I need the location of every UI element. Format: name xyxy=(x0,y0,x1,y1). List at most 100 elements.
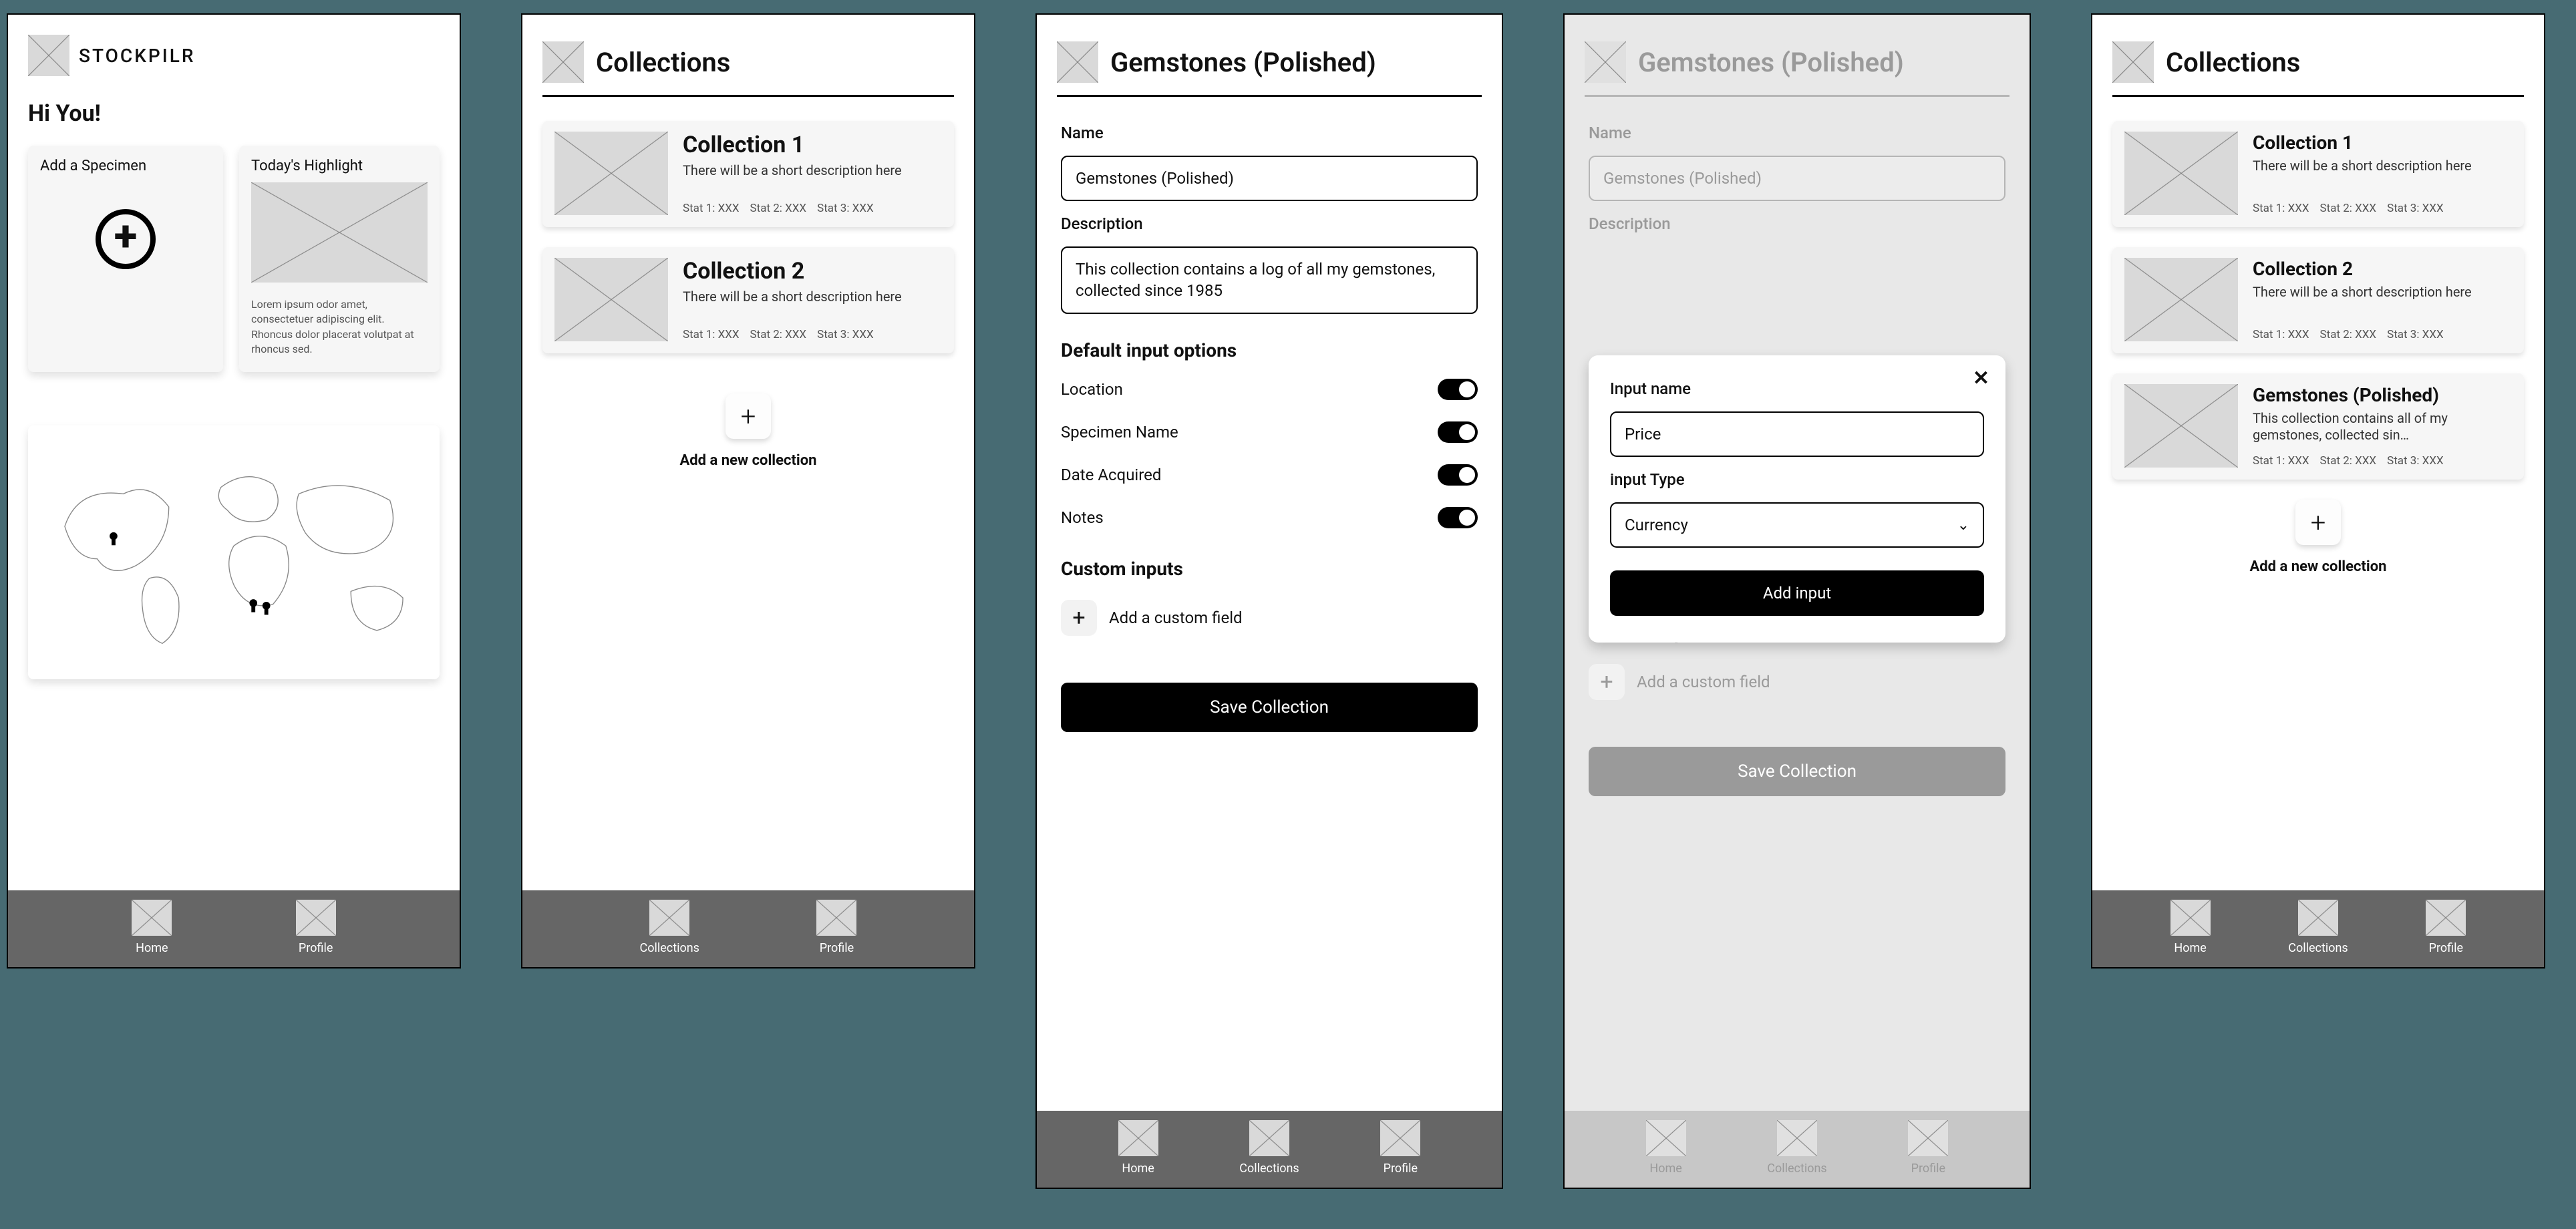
nav-collections[interactable]: Collections xyxy=(640,900,699,955)
collection-thumb-icon xyxy=(554,258,668,341)
add-collection-button[interactable]: + xyxy=(726,393,771,439)
screen-home: STOCKPILR Hi You! Add a Specimen + Today… xyxy=(7,13,461,969)
nav-home[interactable]: Home xyxy=(132,900,172,955)
add-custom-label: Add a custom field xyxy=(1109,608,1243,627)
nav-profile-label: Profile xyxy=(1911,1162,1945,1176)
greeting-text: Hi You! xyxy=(28,100,440,127)
toggle-notes[interactable] xyxy=(1438,507,1478,528)
nav-profile[interactable]: Profile xyxy=(2426,900,2466,955)
brand-name: STOCKPILR xyxy=(79,45,195,67)
world-map-card[interactable] xyxy=(28,425,440,679)
nav-home-label: Home xyxy=(1122,1162,1154,1176)
collection-card[interactable]: Collection 2There will be a short descri… xyxy=(542,247,954,353)
nav-home[interactable]: Home xyxy=(2170,900,2211,955)
nav-collections[interactable]: Collections xyxy=(2288,900,2348,955)
modal-type-select[interactable]: Currency ⌄ xyxy=(1610,502,1984,548)
page-header: Collections xyxy=(522,41,974,83)
toggle-date[interactable] xyxy=(1438,464,1478,486)
nav-profile[interactable]: Profile xyxy=(1380,1120,1420,1176)
collection-stat: Stat 3: XXX xyxy=(2387,328,2444,341)
close-icon[interactable]: ✕ xyxy=(1973,369,1989,389)
plus-icon: + xyxy=(1589,664,1625,700)
collection-card[interactable]: Gemstones (Polished)This collection cont… xyxy=(2112,373,2524,480)
option-row-specimen: Specimen Name xyxy=(1061,417,1478,447)
collection-stat: Stat 2: XXX xyxy=(2320,454,2377,468)
collection-stat: Stat 2: XXX xyxy=(2320,328,2377,341)
collection-stat: Stat 1: XXX xyxy=(2253,328,2309,341)
nav-home-icon xyxy=(2170,900,2211,936)
collection-thumb-icon xyxy=(2124,132,2238,215)
nav-profile-icon xyxy=(1380,1120,1420,1156)
page-title: Collections xyxy=(2166,47,2300,78)
nav-profile-icon xyxy=(1908,1120,1948,1156)
nav-collections-label: Collections xyxy=(1767,1162,1826,1176)
collection-stat: Stat 3: XXX xyxy=(817,202,874,215)
nav-profile[interactable]: Profile xyxy=(296,900,336,955)
save-collection-button[interactable]: Save Collection xyxy=(1061,683,1478,732)
screen-edit-collection-modal: Gemstones (Polished) Name Gemstones (Pol… xyxy=(1563,13,2031,1189)
modal-type-label: input Type xyxy=(1610,470,1984,489)
add-custom-field-row[interactable]: + Add a custom field xyxy=(1061,600,1478,636)
collection-description: This collection contains all of my gemst… xyxy=(2253,410,2512,444)
nav-profile-label: Profile xyxy=(1384,1162,1418,1176)
add-specimen-card[interactable]: Add a Specimen + xyxy=(28,146,223,372)
nav-profile: Profile xyxy=(1908,1120,1948,1176)
add-specimen-label: Add a Specimen xyxy=(40,158,146,174)
nav-profile[interactable]: Profile xyxy=(816,900,856,955)
nav-profile-icon xyxy=(816,900,856,936)
collection-description: There will be a short description here xyxy=(2253,158,2512,174)
toggle-location[interactable] xyxy=(1438,379,1478,400)
collection-description: There will be a short description here xyxy=(683,289,942,305)
page-title: Gemstones (Polished) xyxy=(1110,47,1376,78)
collection-description: There will be a short description here xyxy=(2253,284,2512,301)
plus-icon: + xyxy=(1061,600,1097,636)
collection-card[interactable]: Collection 1There will be a short descri… xyxy=(2112,121,2524,227)
highlight-blurb: Lorem ipsum odor amet, consectetuer adip… xyxy=(251,297,428,357)
collection-description: There will be a short description here xyxy=(683,162,942,179)
collection-title: Collection 2 xyxy=(2253,258,2512,280)
brand-row: STOCKPILR xyxy=(28,35,440,76)
nav-home-label: Home xyxy=(1649,1162,1681,1176)
add-collection-button[interactable]: + xyxy=(2295,500,2341,545)
nav-profile-label: Profile xyxy=(299,941,333,955)
add-custom-field-row: + Add a custom field xyxy=(1589,664,2005,700)
nav-collections: Collections xyxy=(1767,1120,1826,1176)
bottom-nav: Home Collections Profile xyxy=(2092,890,2544,967)
collection-card[interactable]: Collection 2 There will be a short descri… xyxy=(2112,247,2524,353)
bottom-nav: Home Collections Profile xyxy=(1565,1111,2030,1188)
description-label: Description xyxy=(1589,214,2005,233)
add-input-modal: ✕ Input name Price input Type Currency ⌄… xyxy=(1589,355,2005,643)
modal-name-input[interactable]: Price xyxy=(1610,411,1984,457)
screen-collections: Collections Collection 1There will be a … xyxy=(521,13,975,969)
nav-collections[interactable]: Collections xyxy=(1239,1120,1299,1176)
header-icon xyxy=(2112,41,2154,83)
page-title: Collections xyxy=(596,47,730,78)
collection-stat: Stat 3: XXX xyxy=(2387,202,2444,215)
save-collection-button: Save Collection xyxy=(1589,747,2005,796)
nav-collections-label: Collections xyxy=(640,941,699,955)
highlight-title: Today's Highlight xyxy=(251,158,428,174)
defaults-title: Default input options xyxy=(1061,339,1478,361)
bottom-nav: Home Profile xyxy=(8,890,460,967)
nav-profile-icon xyxy=(2426,900,2466,936)
toggle-specimen[interactable] xyxy=(1438,421,1478,443)
modal-add-input-button[interactable]: Add input xyxy=(1610,570,1984,616)
collection-thumb-icon xyxy=(2124,258,2238,341)
nav-profile-icon xyxy=(296,900,336,936)
custom-inputs-title: Custom inputs xyxy=(1061,558,1478,580)
name-input[interactable]: Gemstones (Polished) xyxy=(1061,156,1478,201)
nav-home[interactable]: Home xyxy=(1118,1120,1158,1176)
collection-stat: Stat 3: XXX xyxy=(2387,454,2444,468)
collection-stat: Stat 1: XXX xyxy=(2253,454,2309,468)
header-icon xyxy=(1585,41,1626,83)
collection-stat: Stat 1: XXX xyxy=(683,328,740,341)
collection-card[interactable]: Collection 1There will be a short descri… xyxy=(542,121,954,227)
option-label: Date Acquired xyxy=(1061,466,1161,484)
highlight-image-icon xyxy=(251,182,428,283)
description-label: Description xyxy=(1061,214,1478,233)
modal-type-value: Currency xyxy=(1625,516,1688,534)
description-input[interactable]: This collection contains a log of all my… xyxy=(1061,246,1478,314)
highlight-card[interactable]: Today's Highlight Lorem ipsum odor amet,… xyxy=(239,146,440,372)
collection-stat: Stat 3: XXX xyxy=(817,328,874,341)
name-label: Name xyxy=(1061,124,1478,142)
